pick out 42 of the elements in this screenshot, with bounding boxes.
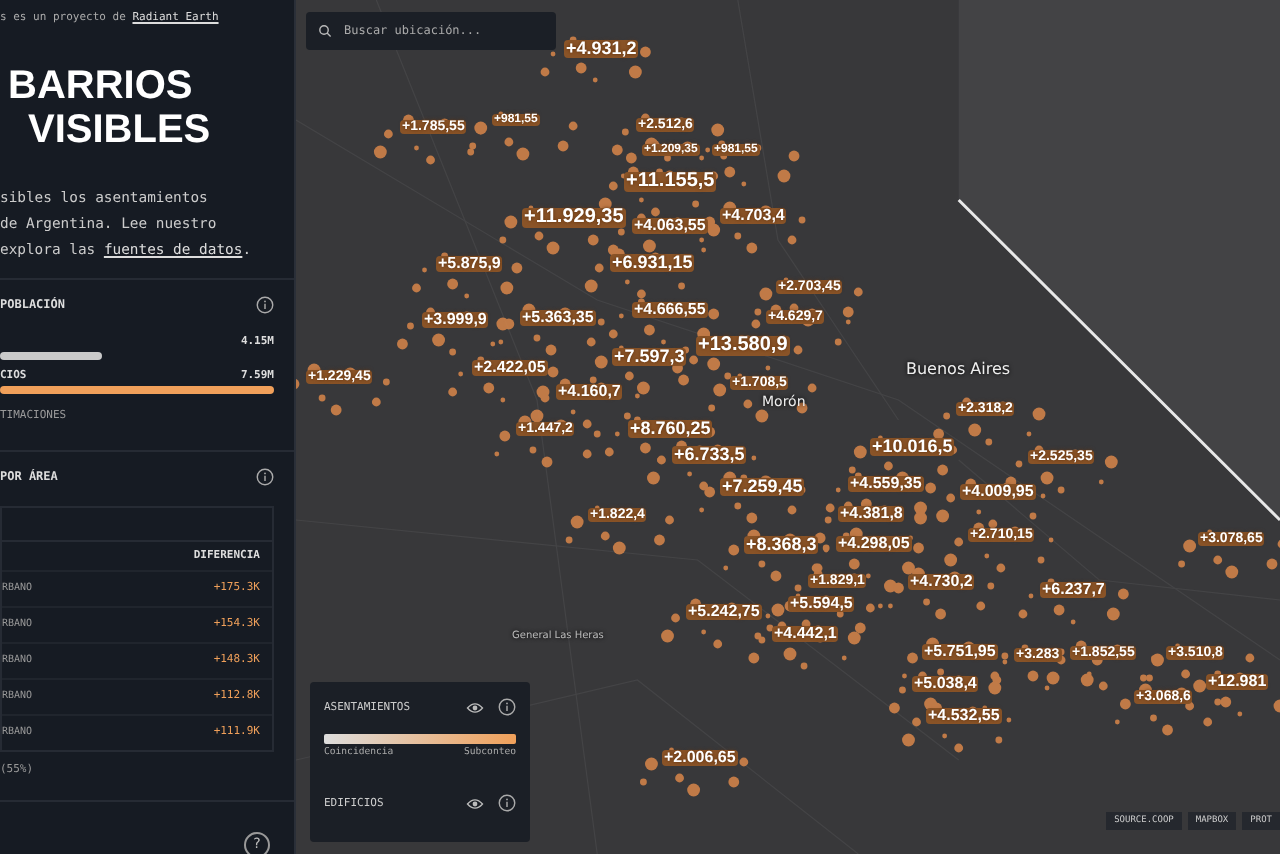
settlement-count-label: +4.381,8 bbox=[838, 506, 905, 522]
settlement-count-label: +4.009,95 bbox=[960, 484, 1036, 500]
settlement-count-label: +4.703,4 bbox=[720, 208, 787, 224]
settlement-count-label: +4.559,35 bbox=[848, 476, 924, 492]
settlement-count-label: +4.931,2 bbox=[564, 40, 639, 58]
settlement-count-label: +4.666,55 bbox=[632, 302, 708, 318]
settlement-count-label: +5.751,95 bbox=[922, 644, 998, 660]
settlement-count-label: +10.016,5 bbox=[870, 438, 955, 456]
settlement-count-label: +4.730,2 bbox=[908, 574, 975, 590]
info-icon[interactable] bbox=[498, 794, 516, 812]
settlement-count-label: +6.733,5 bbox=[672, 446, 747, 464]
eye-icon[interactable] bbox=[466, 797, 484, 809]
settlement-count-label: +13.580,9 bbox=[696, 336, 790, 356]
eye-icon[interactable] bbox=[466, 701, 484, 713]
settlement-count-label: +4.063,55 bbox=[632, 218, 708, 234]
info-icon[interactable] bbox=[256, 296, 274, 314]
settlement-count-label: +5.875,9 bbox=[436, 256, 503, 272]
info-icon[interactable] bbox=[498, 698, 516, 716]
settlement-count-label: +5.242,75 bbox=[686, 604, 762, 620]
search-icon bbox=[318, 24, 332, 38]
settlement-count-label: +5.038,4 bbox=[912, 676, 979, 692]
settlement-count-label: +3.999,9 bbox=[422, 312, 489, 328]
settlement-count-label: +12.981 bbox=[1206, 674, 1269, 690]
place-label: Buenos Aires bbox=[906, 362, 1011, 378]
settlement-count-label: +11.155,5 bbox=[624, 172, 717, 192]
settlement-count-label: +2.422,05 bbox=[472, 360, 548, 376]
settlement-count-label: +4.532,55 bbox=[926, 708, 1002, 724]
settlement-count-label: +8.760,25 bbox=[628, 420, 713, 438]
settlement-count-label: +4.160,7 bbox=[556, 384, 623, 400]
settlement-count-label: +6.237,7 bbox=[1040, 582, 1107, 598]
info-icon[interactable] bbox=[256, 468, 274, 486]
settlement-count-label: +5.594,5 bbox=[788, 596, 855, 612]
settlement-count-label: +7.597,3 bbox=[612, 348, 687, 366]
app-title: BARRIOS VISIBLES bbox=[8, 64, 211, 152]
settlement-count-label: +4.442,1 bbox=[772, 626, 839, 642]
settlement-count-label: +7.259,45 bbox=[720, 478, 805, 496]
settlement-count-label: +8.368,3 bbox=[744, 536, 819, 554]
settlement-count-label: +6.931,15 bbox=[610, 254, 695, 272]
settlement-count-label: +11.929,35 bbox=[522, 208, 626, 228]
settlement-count-label: +5.363,35 bbox=[520, 310, 596, 326]
settlement-count-label: +2.006,65 bbox=[662, 750, 738, 766]
settlement-count-label: +4.298,05 bbox=[836, 536, 912, 552]
